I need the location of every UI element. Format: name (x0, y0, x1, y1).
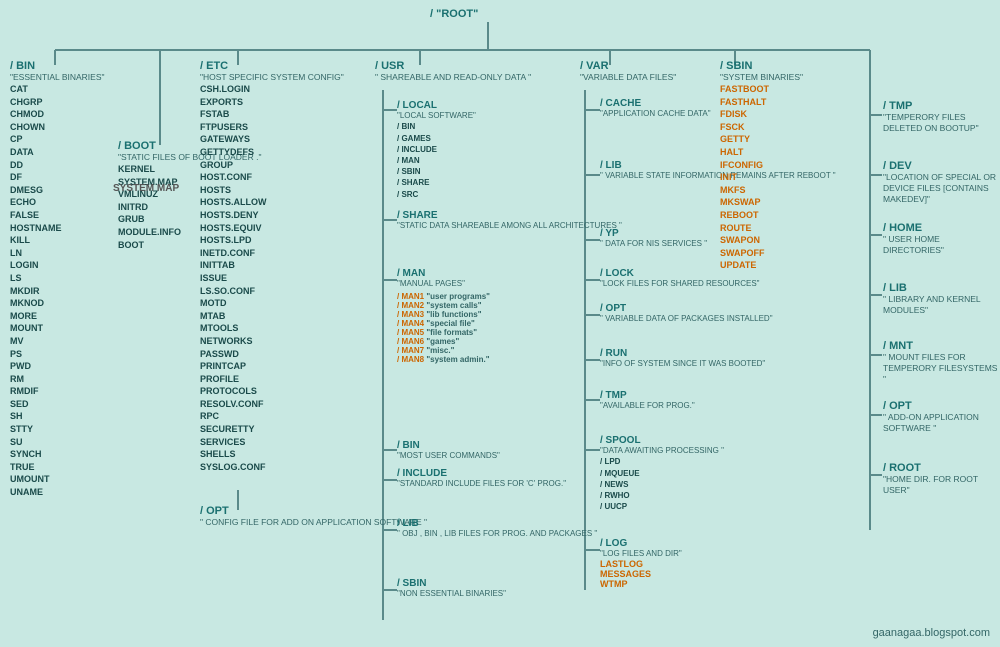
sbin-title: / SBIN (720, 60, 803, 72)
usr-title: / USR (375, 60, 531, 72)
usr-local-desc: "LOCAL SOFTWARE" (397, 111, 476, 121)
home-desc: " USER HOME DIRECTORIES" (883, 234, 1000, 256)
opt-title: / OPT (883, 400, 1000, 412)
var-spool-node: / SPOOL "DATA AWAITING PROCESSING " / LP… (600, 435, 724, 512)
dev-title: / DEV (883, 160, 1000, 172)
opt-desc: " ADD-ON APPLICATION SOFTWARE " (883, 412, 1000, 434)
usr-local-node: / LOCAL "LOCAL SOFTWARE" / BIN/ GAMES/ I… (397, 100, 476, 200)
var-cache-node: / CACHE "APPLICATION CACHE DATA" (600, 98, 711, 119)
bin-node: / BIN "ESSENTIAL BINARIES" CATCHGRPCHMOD… (10, 60, 105, 499)
var-log-desc: "LOG FILES AND DIR" (600, 549, 682, 559)
var-lock-desc: "LOCK FILES FOR SHARED RESOURCES" (600, 279, 760, 289)
usr-man-node: / MAN "MANUAL PAGES" / MAN1 "user progra… (397, 268, 490, 364)
sbin-items: FASTBOOTFASTHALTFDISKFSCKGETTYHALTIFCONF… (720, 83, 803, 272)
bin-desc: "ESSENTIAL BINARIES" (10, 72, 105, 83)
lib-desc: " LIBRARY AND KERNEL MODULES" (883, 294, 1000, 316)
usr-sbin-node: / SBIN "NON ESSENTIAL BINARIES" (397, 578, 506, 599)
var-title: / VAR (580, 60, 676, 72)
var-log-items: LASTLOGMESSAGESWTMP (600, 559, 682, 589)
var-spool-desc: "DATA AWAITING PROCESSING " (600, 446, 724, 456)
root-node: / "ROOT" (430, 8, 478, 20)
var-log-node: / LOG "LOG FILES AND DIR" LASTLOGMESSAGE… (600, 538, 682, 589)
usr-sbin-title: / SBIN (397, 578, 506, 589)
mnt-title: / MNT (883, 340, 1000, 352)
mnt-node: / MNT " MOUNT FILES FOR TEMPERORY FILESY… (883, 340, 1000, 385)
usr-share-node: / SHARE "STATIC DATA SHAREABLE AMONG ALL… (397, 210, 622, 231)
var-desc: "VARIABLE DATA FILES" (580, 72, 676, 83)
dev-node: / DEV "LOCATION OF SPECIAL OR DEVICE FIL… (883, 160, 1000, 205)
tmp-node: / TMP "TEMPERORY FILES DELETED ON BOOTUP… (883, 100, 1000, 134)
var-tmp-title: / TMP (600, 390, 695, 401)
watermark: gaanagaa.blogspot.com (873, 627, 990, 639)
tmp-desc: "TEMPERORY FILES DELETED ON BOOTUP" (883, 112, 1000, 134)
usr-sbin-desc: "NON ESSENTIAL BINARIES" (397, 589, 506, 599)
var-tmp-desc: "AVAILABLE FOR PROG." (600, 401, 695, 411)
system-map-label: SYSTEM MAP (113, 183, 179, 194)
root-title: / "ROOT" (430, 8, 478, 20)
root-home-desc: "HOME DIR. FOR ROOT USER" (883, 474, 1000, 496)
tmp-title: / TMP (883, 100, 1000, 112)
usr-man-title: / MAN (397, 268, 490, 279)
usr-lib-title: / LIB (397, 518, 597, 529)
bin-title: / BIN (10, 60, 105, 72)
sbin-desc: "SYSTEM BINARIES" (720, 72, 803, 83)
etc-opt-desc: " CONFIG FILE FOR ADD ON APPLICATION SOF… (200, 517, 427, 528)
var-tmp-node: / TMP "AVAILABLE FOR PROG." (600, 390, 695, 411)
root-home-title: / ROOT (883, 462, 1000, 474)
usr-include-node: / INCLUDE "STANDARD INCLUDE FILES FOR 'C… (397, 468, 566, 489)
usr-include-title: / INCLUDE (397, 468, 566, 479)
usr-include-desc: "STANDARD INCLUDE FILES FOR 'C' PROG." (397, 479, 566, 489)
var-node: / VAR "VARIABLE DATA FILES" (580, 60, 676, 83)
var-opt-node: / OPT " VARIABLE DATA OF PACKAGES INSTAL… (600, 303, 773, 324)
root-home-node: / ROOT "HOME DIR. FOR ROOT USER" (883, 462, 1000, 496)
tree-lines (0, 0, 1000, 647)
etc-title: / ETC (200, 60, 344, 72)
usr-local-title: / LOCAL (397, 100, 476, 111)
home-title: / HOME (883, 222, 1000, 234)
var-opt-title: / OPT (600, 303, 773, 314)
etc-node: / ETC "HOST SPECIFIC SYSTEM CONFIG" CSH.… (200, 60, 344, 473)
var-cache-desc: "APPLICATION CACHE DATA" (600, 109, 711, 119)
var-spool-title: / SPOOL (600, 435, 724, 446)
var-opt-desc: " VARIABLE DATA OF PACKAGES INSTALLED" (600, 314, 773, 324)
usr-bin-title: / BIN (397, 440, 500, 451)
lib-node: / LIB " LIBRARY AND KERNEL MODULES" (883, 282, 1000, 316)
etc-opt-node: / OPT " CONFIG FILE FOR ADD ON APPLICATI… (200, 505, 427, 528)
usr-bin-desc: "MOST USER COMMANDS" (397, 451, 500, 461)
usr-local-items: / BIN/ GAMES/ INCLUDE/ MAN/ SBIN/ SHARE/… (397, 121, 476, 199)
var-yp-title: / YP (600, 228, 707, 239)
var-run-node: / RUN "INFO OF SYSTEM SINCE IT WAS BOOTE… (600, 348, 765, 369)
usr-lib-node: / LIB " OBJ , BIN , LIB FILES FOR PROG. … (397, 518, 597, 539)
usr-share-desc: "STATIC DATA SHAREABLE AMONG ALL ARCHITE… (397, 221, 622, 231)
lib-title: / LIB (883, 282, 1000, 294)
var-yp-desc: " DATA FOR NIS SERVICES " (600, 239, 707, 249)
var-run-desc: "INFO OF SYSTEM SINCE IT WAS BOOTED" (600, 359, 765, 369)
usr-node: / USR " SHAREABLE AND READ-ONLY DATA " (375, 60, 531, 83)
bin-items: CATCHGRPCHMODCHOWNCPDATADDDFDMESGECHOFAL… (10, 83, 105, 499)
etc-opt-title: / OPT (200, 505, 427, 517)
var-spool-items: / LPD/ MQUEUE/ NEWS/ RWHO/ UUCP (600, 456, 724, 512)
etc-desc: "HOST SPECIFIC SYSTEM CONFIG" (200, 72, 344, 83)
usr-man-subitems: / MAN1 "user programs" / MAN2 "system ca… (397, 292, 490, 364)
mnt-desc: " MOUNT FILES FOR TEMPERORY FILESYSTEMS … (883, 352, 1000, 385)
dev-desc: "LOCATION OF SPECIAL OR DEVICE FILES [CO… (883, 172, 1000, 205)
usr-share-title: / SHARE (397, 210, 622, 221)
usr-man-desc: "MANUAL PAGES" (397, 279, 490, 289)
etc-items: CSH.LOGINEXPORTSFSTABFTPUSERSGATEWAYSGET… (200, 83, 344, 473)
sbin-node: / SBIN "SYSTEM BINARIES" FASTBOOTFASTHAL… (720, 60, 803, 272)
var-run-title: / RUN (600, 348, 765, 359)
var-log-title: / LOG (600, 538, 682, 549)
home-node: / HOME " USER HOME DIRECTORIES" (883, 222, 1000, 256)
page: / "ROOT" / BIN "ESSENTIAL BINARIES" CATC… (0, 0, 1000, 647)
usr-bin-node: / BIN "MOST USER COMMANDS" (397, 440, 500, 461)
usr-desc: " SHAREABLE AND READ-ONLY DATA " (375, 72, 531, 83)
usr-lib-desc: " OBJ , BIN , LIB FILES FOR PROG. AND PA… (397, 529, 597, 539)
opt-node: / OPT " ADD-ON APPLICATION SOFTWARE " (883, 400, 1000, 434)
var-yp-node: / YP " DATA FOR NIS SERVICES " (600, 228, 707, 249)
var-cache-title: / CACHE (600, 98, 711, 109)
